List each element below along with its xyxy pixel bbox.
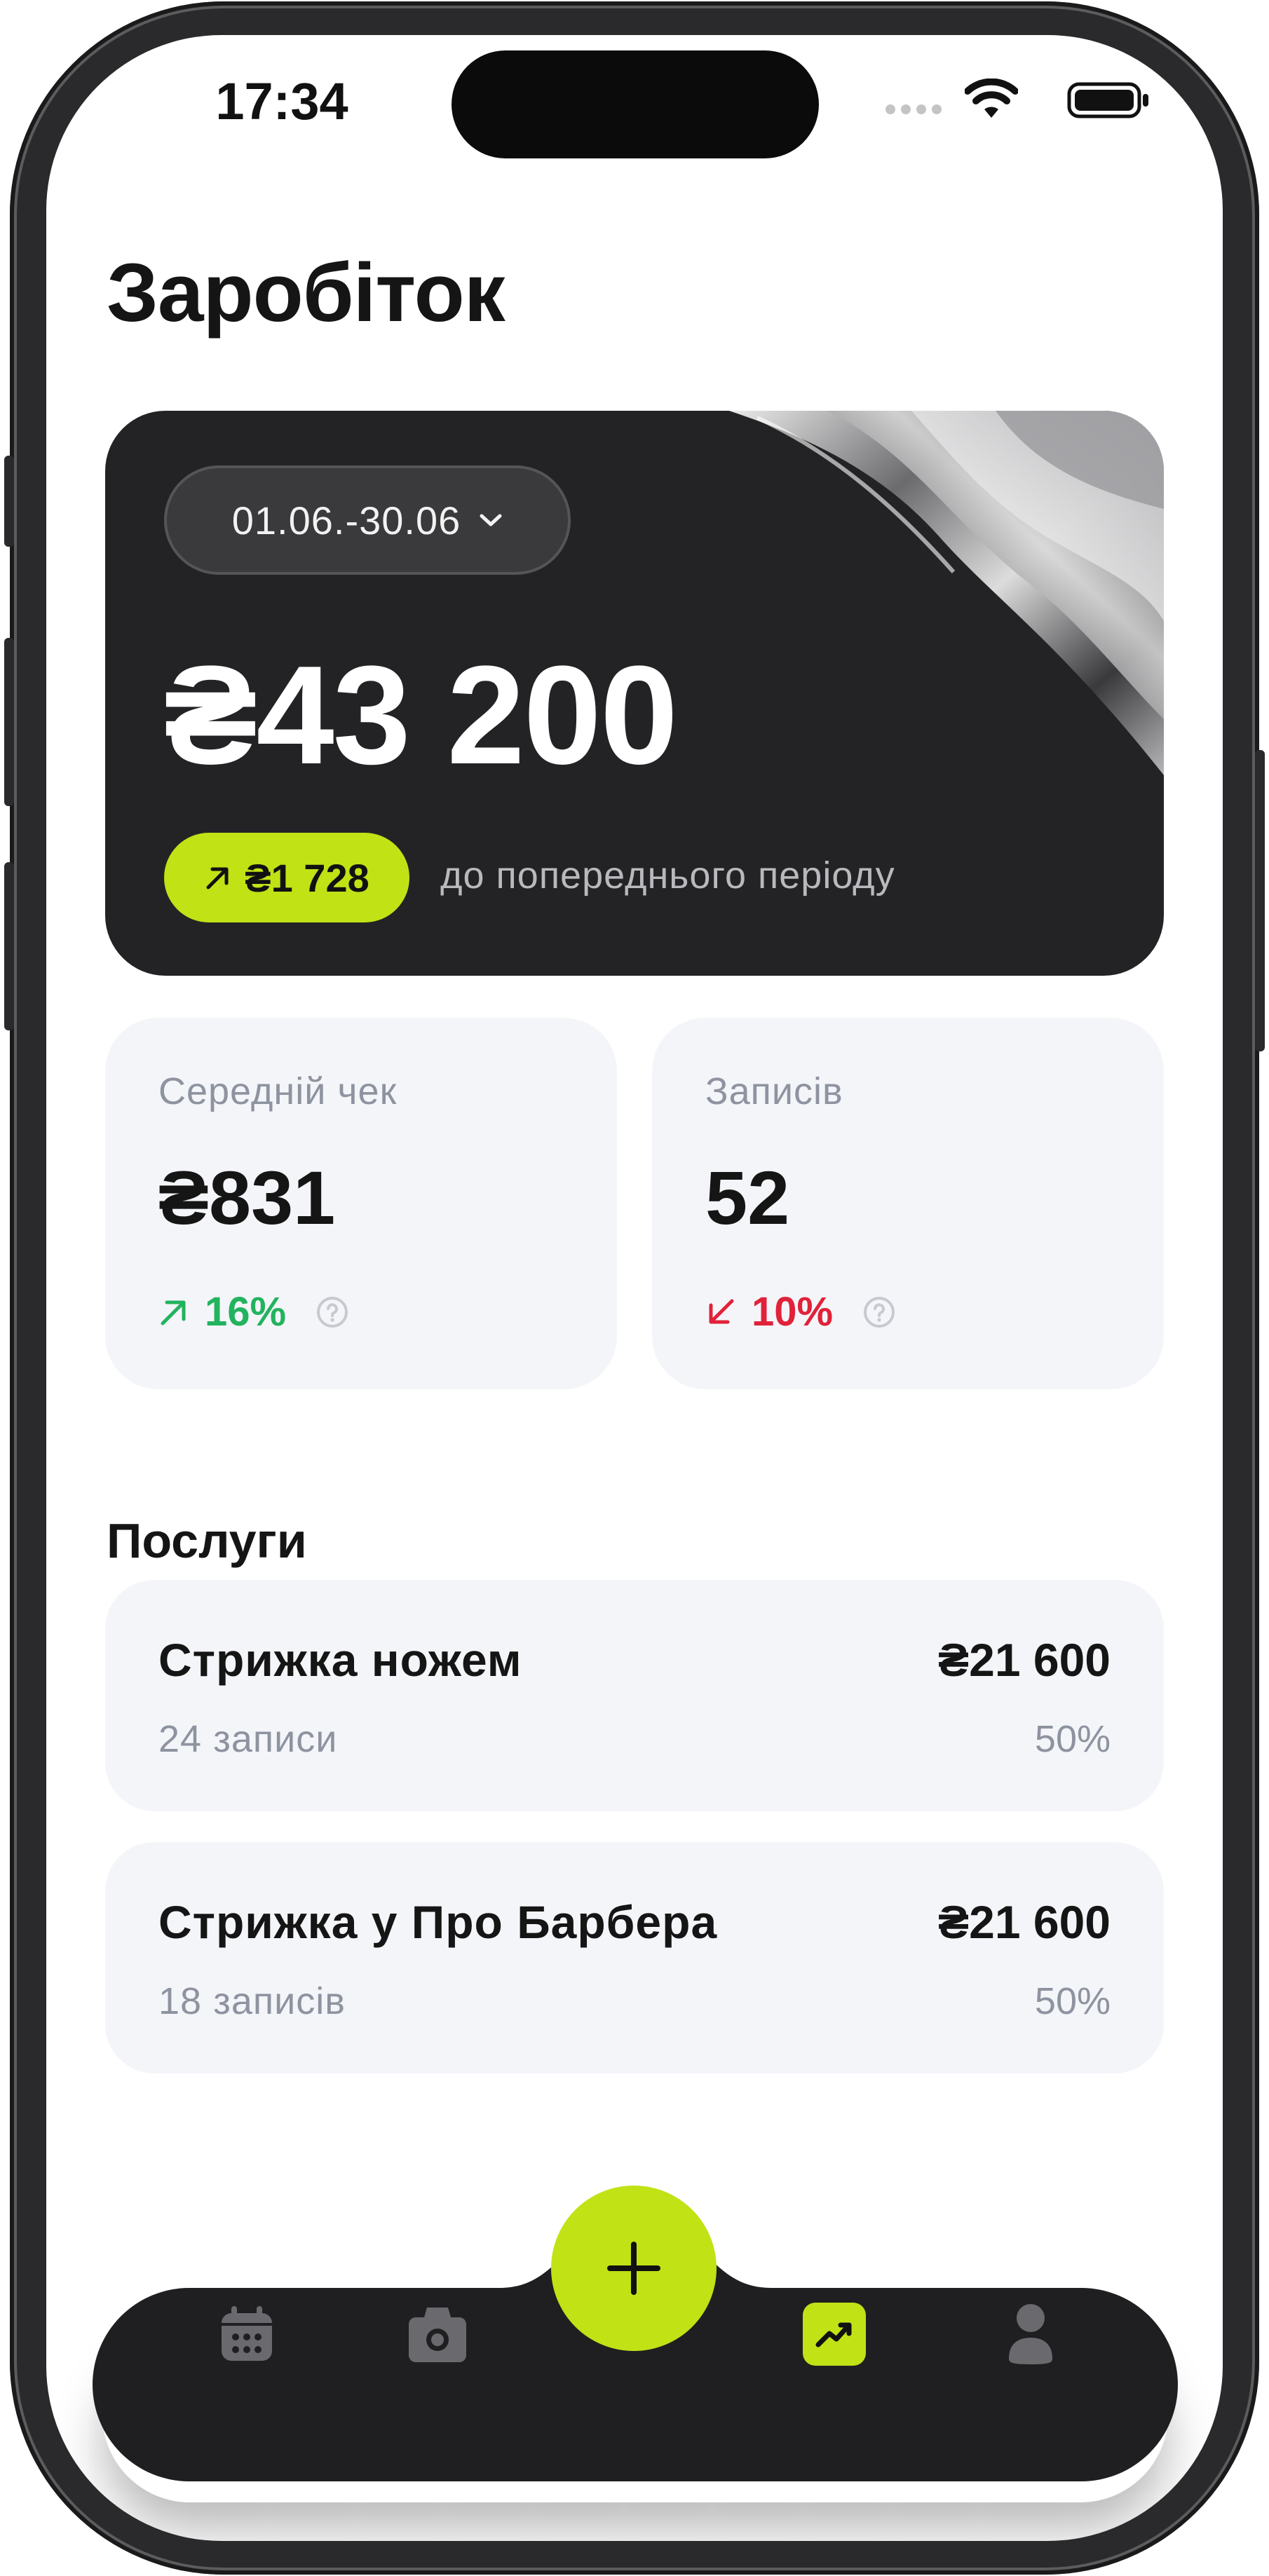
stat-delta-value: 10% <box>752 1289 834 1335</box>
battery-icon <box>1067 82 1148 118</box>
side-button-action <box>4 456 14 547</box>
period-selector-button[interactable]: 01.06.-30.06 <box>164 465 571 575</box>
arrow-up-right-icon <box>204 864 232 892</box>
side-button-power <box>1255 750 1265 1051</box>
stat-delta-value: 16% <box>205 1289 287 1335</box>
stat-delta: 16% <box>158 1288 349 1335</box>
earnings-delta-badge: ₴1 728 <box>164 833 409 922</box>
nav-camera[interactable] <box>402 2299 473 2369</box>
stat-value: 52 <box>705 1155 790 1240</box>
chevron-down-icon <box>479 512 503 528</box>
stat-label: Записів <box>705 1070 843 1112</box>
service-count: 24 записи <box>158 1718 338 1760</box>
arrow-down-left-icon <box>705 1297 736 1328</box>
services-section-title: Послуги <box>107 1513 307 1568</box>
wifi-icon <box>965 79 1018 118</box>
service-name: Стрижка ножем <box>158 1634 522 1686</box>
earnings-delta-caption: до попереднього періоду <box>440 854 895 897</box>
nav-calendar[interactable] <box>212 2299 282 2369</box>
status-time: 17:34 <box>215 72 348 130</box>
calendar-icon <box>222 2306 272 2361</box>
user-icon <box>1009 2304 1052 2364</box>
period-label: 01.06.-30.06 <box>231 498 461 543</box>
dynamic-island <box>452 50 819 158</box>
arrow-up-right-icon <box>158 1297 189 1328</box>
stat-delta: 10% <box>705 1288 896 1335</box>
chrome-art-decoration <box>729 411 1164 775</box>
plus-icon <box>607 2242 660 2295</box>
service-item[interactable]: Стрижка у Про Барбера 18 записів ₴21 600… <box>105 1842 1164 2073</box>
service-share: 50% <box>1034 1980 1111 2022</box>
service-share: 50% <box>1034 1718 1111 1760</box>
earnings-delta-value: ₴1 728 <box>245 855 369 900</box>
service-amount: ₴21 600 <box>938 1634 1111 1686</box>
side-button-volume-down <box>4 862 14 1030</box>
service-count: 18 записів <box>158 1980 346 2022</box>
screen: 17:34 Заробіток 01.06.-30.06 ₴43 200 ₴1 … <box>46 35 1223 2541</box>
add-button[interactable] <box>551 2186 717 2351</box>
bookings-count-card[interactable]: Записів 52 10% <box>652 1018 1164 1389</box>
camera-icon <box>409 2308 466 2362</box>
service-item[interactable]: Стрижка ножем 24 записи ₴21 600 50% <box>105 1580 1164 1811</box>
cellular-icon <box>885 104 942 114</box>
service-name: Стрижка у Про Барбера <box>158 1896 718 1948</box>
average-check-card[interactable]: Середній чек ₴831 16% <box>105 1018 617 1389</box>
help-icon[interactable] <box>862 1295 896 1329</box>
side-button-volume-up <box>4 638 14 806</box>
earnings-card: 01.06.-30.06 ₴43 200 ₴1 728 до попереднь… <box>105 411 1164 976</box>
total-earnings: ₴43 200 <box>164 637 678 793</box>
nav-profile[interactable] <box>996 2299 1066 2369</box>
help-icon[interactable] <box>315 1295 349 1329</box>
page-title: Заробіток <box>107 247 505 339</box>
stat-value: ₴831 <box>158 1155 336 1240</box>
nav-earnings[interactable] <box>799 2299 869 2369</box>
service-amount: ₴21 600 <box>938 1896 1111 1948</box>
status-icons <box>885 79 1165 135</box>
trending-up-icon <box>803 2303 866 2366</box>
stat-label: Середній чек <box>158 1070 398 1112</box>
